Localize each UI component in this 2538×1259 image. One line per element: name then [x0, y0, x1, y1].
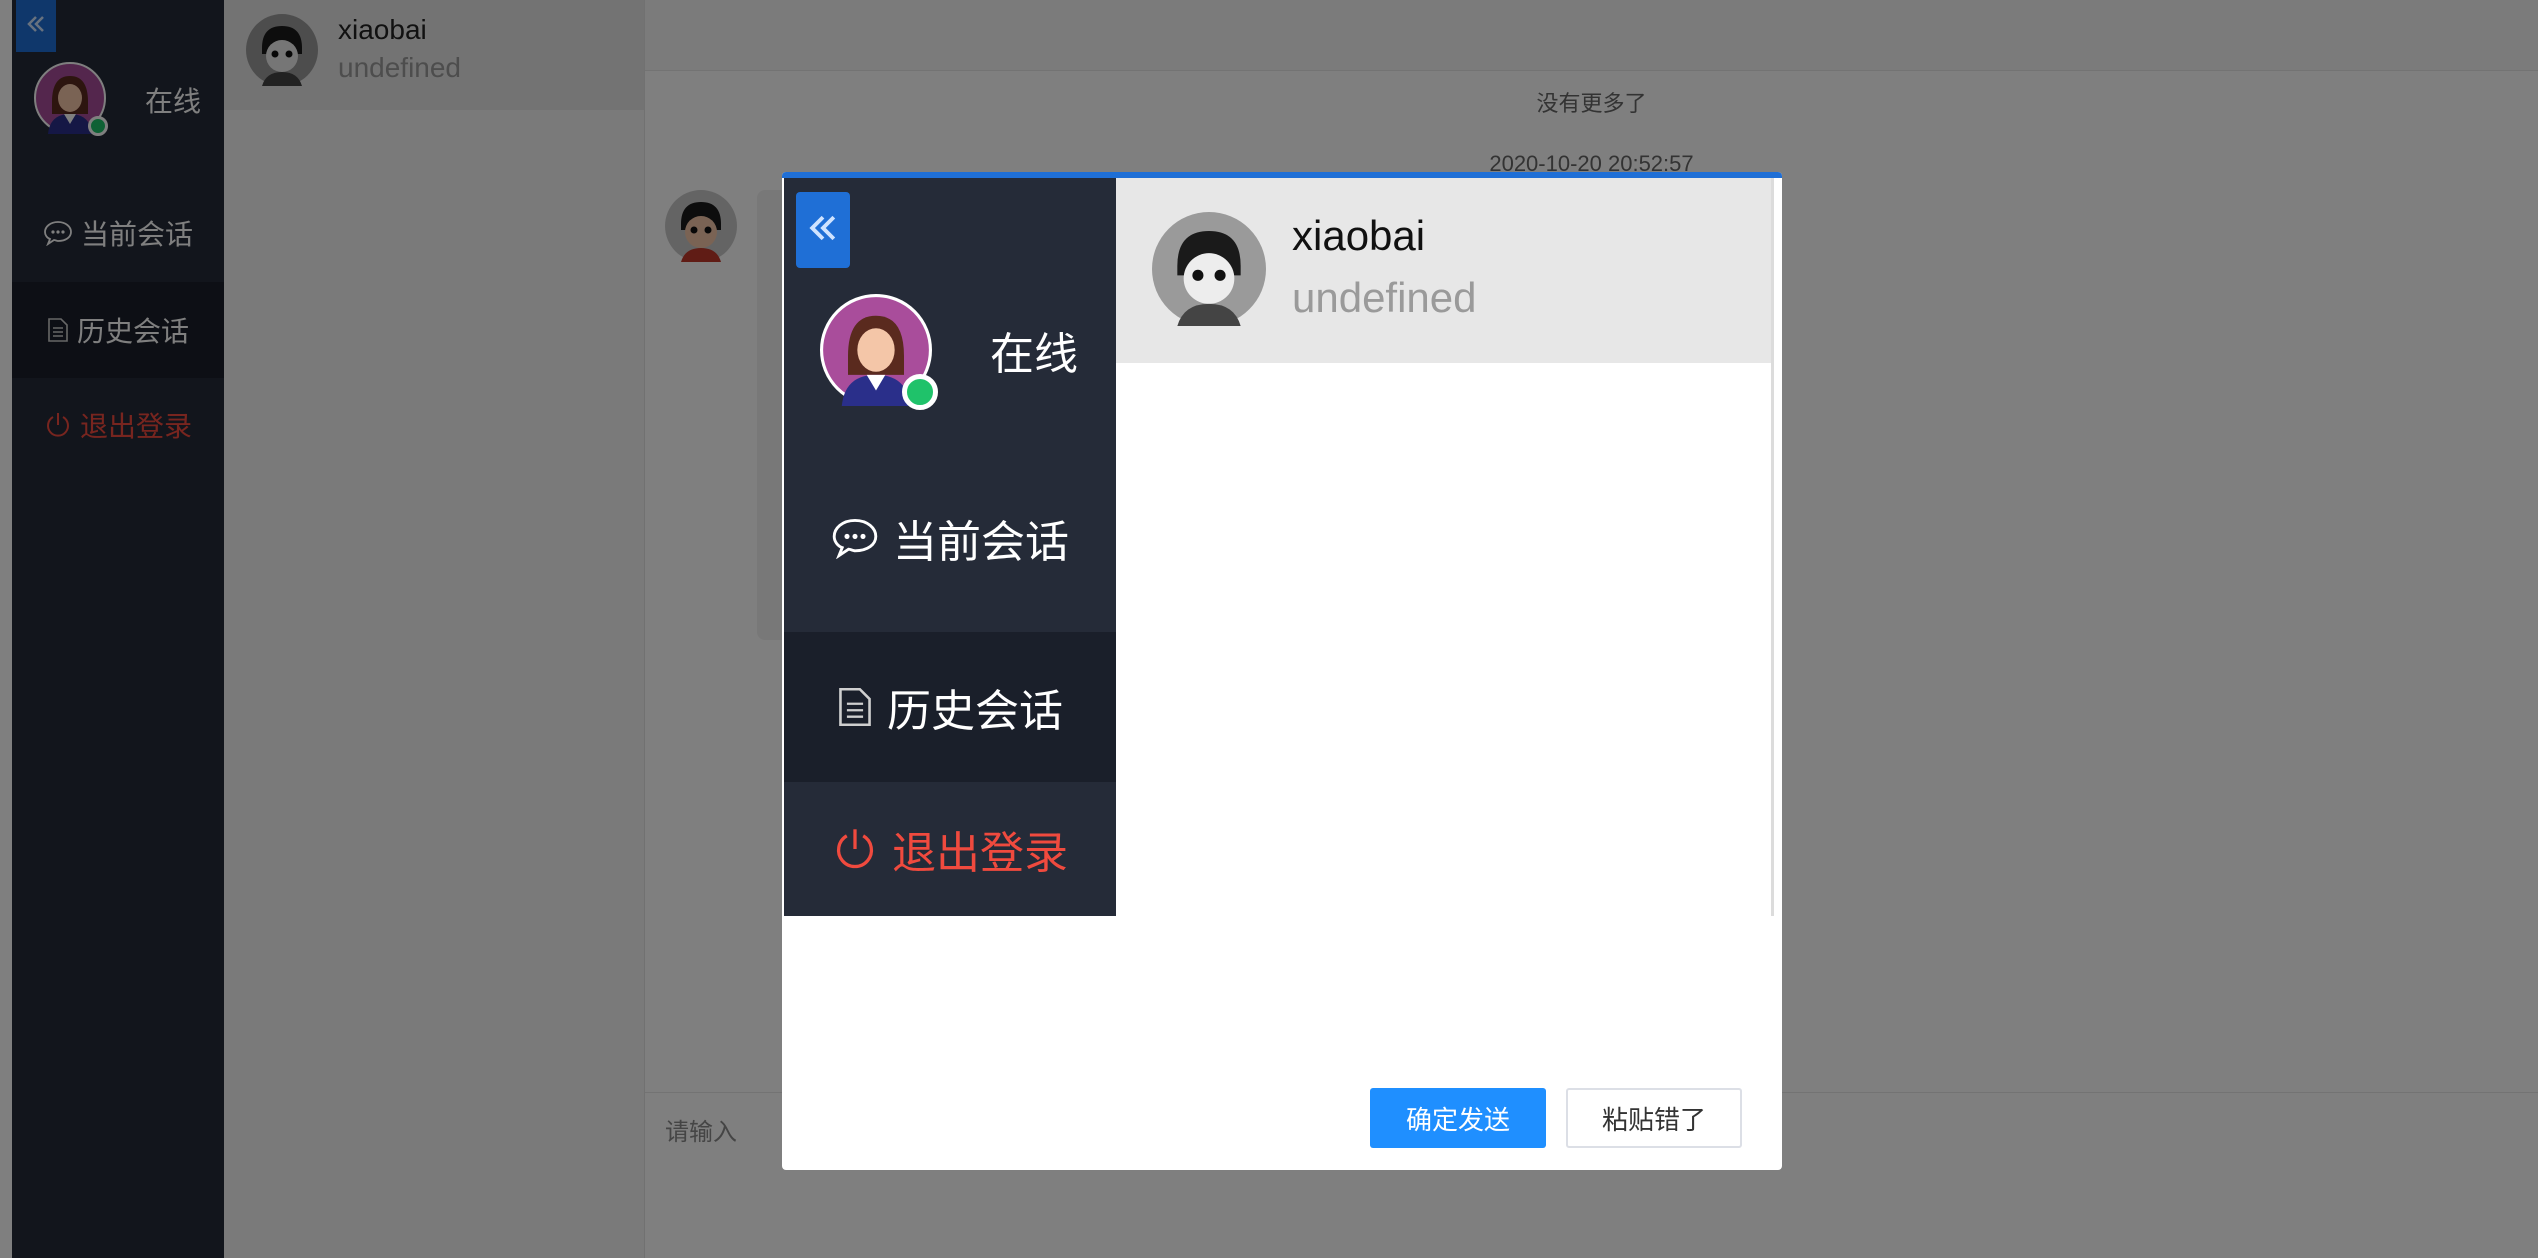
- preview-conversation-item: xiaobai undefined: [1116, 178, 1771, 363]
- preview-nav-label: 历史会话: [887, 686, 1063, 737]
- double-chevron-left-icon: [806, 211, 840, 250]
- preview-nav-logout: 退出登录: [784, 782, 1116, 916]
- preview-main: xiaobai undefined: [1116, 178, 1774, 916]
- app-window: 在线 当前会话 历史会话 退出登录: [0, 0, 2538, 1259]
- preview-collapse-button: [796, 192, 850, 268]
- robot-avatar-icon: [1152, 212, 1266, 326]
- preview-conversation-name: xiaobai: [1292, 212, 1426, 259]
- confirm-send-button[interactable]: 确定发送: [1370, 1088, 1546, 1148]
- preview-status-label: 在线: [990, 329, 1078, 380]
- preview-nav-label: 退出登录: [892, 828, 1068, 879]
- paste-wrong-button[interactable]: 粘贴错了: [1566, 1088, 1742, 1148]
- preview-conversation-subtitle: undefined: [1292, 274, 1477, 321]
- preview-sidebar: 在线 当前会话 历史会话 退出登录: [784, 178, 1116, 916]
- preview-contact-avatar: [1152, 212, 1266, 326]
- online-status-dot: [902, 374, 938, 410]
- preview-user-avatar: [820, 294, 938, 410]
- preview-nav-history: 历史会话: [784, 632, 1116, 782]
- preview-nav-current: 当前会话: [784, 488, 1116, 588]
- power-icon: [832, 826, 878, 872]
- chat-bubble-icon: [831, 517, 879, 559]
- document-icon: [837, 686, 873, 728]
- pasted-image-preview: 在线 当前会话 历史会话 退出登录 xiaobai undefined: [784, 178, 1774, 916]
- paste-preview-dialog: 在线 当前会话 历史会话 退出登录 xiaobai undefined 确定发送…: [782, 172, 1782, 1170]
- preview-nav-label: 当前会话: [893, 517, 1069, 568]
